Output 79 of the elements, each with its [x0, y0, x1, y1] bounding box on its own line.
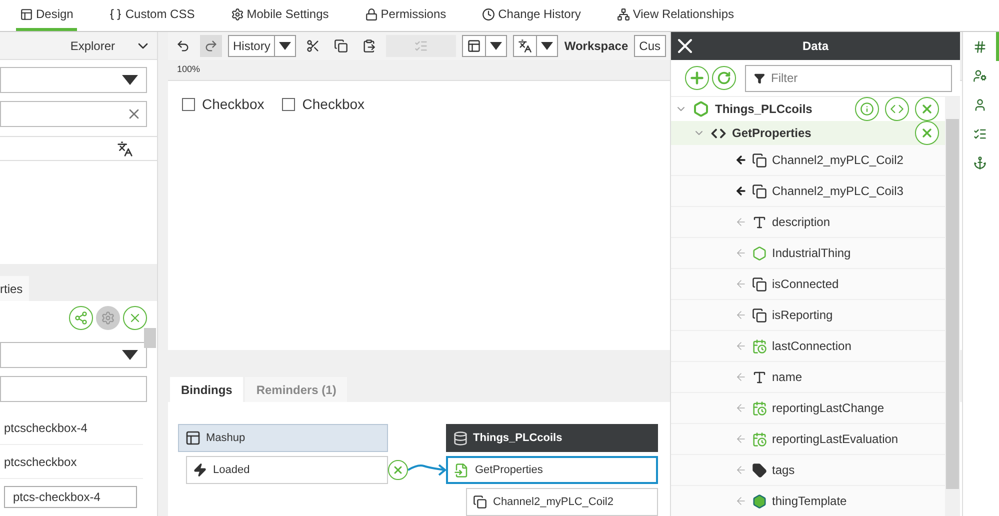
dropdown[interactable]	[0, 342, 147, 368]
panel-title: Data	[802, 39, 828, 53]
clock-icon	[482, 8, 496, 20]
layout-icon	[185, 430, 201, 446]
list-item[interactable]: ptcscheckbox	[0, 445, 143, 479]
search-field[interactable]	[0, 101, 147, 127]
calendar-icon	[752, 338, 767, 354]
workspace-dropdown[interactable]: Cus	[634, 35, 666, 57]
properties-tab[interactable]: rties	[0, 276, 29, 301]
property-item[interactable]: reportingLastChange	[671, 393, 945, 424]
braces-icon	[109, 8, 122, 20]
tag-icon	[752, 462, 767, 478]
gear-icon	[230, 8, 244, 20]
filter-icon	[754, 72, 765, 84]
layout-icon	[20, 8, 33, 20]
mashup-node-header[interactable]: Mashup	[178, 424, 388, 452]
dropdown[interactable]	[0, 67, 147, 93]
text-field[interactable]	[0, 376, 147, 402]
lock-icon	[364, 8, 378, 20]
checkbox[interactable]: Checkbox	[182, 96, 264, 112]
property-item[interactable]: name	[671, 362, 945, 393]
code-icon[interactable]	[885, 97, 909, 121]
calendar-icon	[752, 432, 767, 446]
property-item[interactable]: IndustrialThing	[671, 238, 945, 269]
list-item[interactable]: ptcscheckbox-4	[0, 411, 143, 445]
property-node[interactable]: Channel2_myPLC_Coil2	[466, 488, 658, 516]
remove-binding-icon[interactable]	[388, 460, 408, 480]
lightning-icon	[193, 463, 207, 477]
layout-dropdown[interactable]	[462, 35, 508, 57]
calendar-icon	[752, 400, 767, 416]
text-type-icon	[752, 370, 767, 384]
property-item[interactable]: lastConnection	[671, 331, 945, 362]
template-icon	[752, 494, 767, 508]
network-icon	[616, 8, 630, 20]
filter-field[interactable]: Filter	[745, 64, 952, 92]
layout-icon	[467, 39, 482, 53]
binding-arrow	[408, 463, 446, 477]
scrollbar-thumb[interactable]	[144, 328, 156, 348]
hexagon-icon	[693, 101, 709, 117]
service-name: GetProperties	[732, 126, 812, 140]
text-type-icon	[752, 214, 767, 230]
property-item[interactable]: tags	[671, 455, 945, 486]
property-item[interactable]: isConnected	[671, 269, 945, 300]
database-icon	[453, 430, 468, 446]
checkbox[interactable]: Checkbox	[282, 96, 365, 112]
property-item[interactable]: thingTemplate	[671, 486, 945, 516]
event-node[interactable]: Loaded	[186, 456, 388, 484]
add-icon[interactable]	[685, 66, 709, 90]
service-node[interactable]: GetProperties	[446, 456, 658, 484]
hexagon-icon	[752, 246, 767, 260]
property-item[interactable]: reportingLastEvaluation	[671, 424, 945, 455]
node-title: Things_PLCcoils	[473, 432, 562, 444]
language-dropdown[interactable]	[513, 35, 558, 57]
thing-node-header[interactable]: Things_PLCcoils	[446, 424, 658, 452]
top-tab[interactable]: Permissions	[360, 0, 450, 31]
history-dropdown[interactable]: History	[228, 35, 296, 57]
node-title: Mashup	[206, 432, 246, 444]
redo-icon[interactable]	[200, 35, 222, 57]
explorer-label: Explorer	[70, 38, 115, 52]
property-item[interactable]: isReporting	[671, 300, 945, 331]
property-item[interactable]: Channel2_myPLC_Coil3	[671, 176, 945, 207]
gear-icon[interactable]	[96, 306, 120, 330]
property-item[interactable]: Channel2_myPLC_Coil2	[671, 145, 945, 176]
top-tab[interactable]: Custom CSS	[105, 0, 199, 31]
zoom-level: 100%	[177, 64, 200, 74]
language-icon	[518, 39, 532, 53]
id-field[interactable]: ptcs-checkbox-4	[4, 486, 137, 508]
info-icon[interactable]	[855, 97, 879, 121]
top-tab[interactable]: Change History	[478, 0, 585, 31]
refresh-icon[interactable]	[712, 66, 736, 90]
thing-name: Things_PLCcoils	[715, 102, 812, 116]
property-item[interactable]: description	[671, 207, 945, 238]
scrollbar-thumb[interactable]	[946, 119, 959, 489]
top-tab[interactable]: View Relationships	[612, 0, 738, 31]
service-icon	[454, 462, 469, 478]
workspace-label: Workspace	[564, 39, 628, 53]
share-icon[interactable]	[69, 306, 93, 330]
bindings-tab[interactable]: Bindings	[170, 377, 244, 402]
top-tab[interactable]: Mobile Settings	[226, 0, 333, 31]
